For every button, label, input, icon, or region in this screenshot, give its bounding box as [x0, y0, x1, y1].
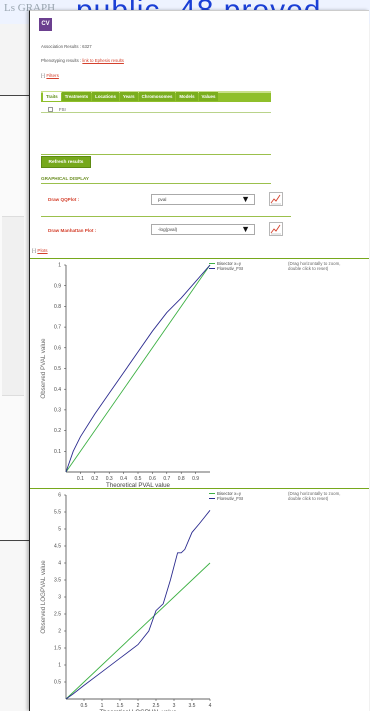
- legend-item: Floreutiv_FSI: [209, 496, 243, 501]
- y-tick-label: 2: [58, 629, 61, 635]
- x-tick-label: 0.1: [77, 476, 84, 482]
- pval-qqplot-chart[interactable]: 0.10.20.30.40.50.60.70.80.910.1 0.2 0.3 0.4…: [30, 259, 270, 489]
- legend-label: Floreutiv_FSI: [217, 266, 244, 272]
- series-line-bisector: [65, 562, 211, 700]
- graphical-display-header: GRAPHICAL DISPLAY: [41, 176, 89, 181]
- manhattan-select-value: -log(pval): [158, 227, 178, 232]
- y-tick-label: 5.5: [54, 510, 61, 516]
- y-tick-label: 0.5: [54, 680, 61, 686]
- association-results-label: Association Results : 6327: [41, 44, 92, 49]
- legend-swatch: [209, 263, 215, 265]
- y-tick-label: 0.5: [54, 366, 61, 372]
- y-tick-label: 4: [58, 561, 61, 567]
- x-tick-label: 0.5: [81, 703, 88, 709]
- y-tick-label: 0.8: [54, 304, 61, 310]
- y-tick-label: 1: [58, 663, 61, 669]
- y-tick-label: 1: [58, 263, 61, 269]
- association-results-dialog: CV Association Results : 6327 Phenotypin…: [29, 10, 369, 711]
- y-tick-label: 0.6: [54, 345, 61, 351]
- y-tick-label: 0.3: [54, 408, 61, 414]
- line-chart-icon: [270, 224, 281, 235]
- phenotyping-results-line: Phenotyping results : link to Ephesis re…: [41, 58, 124, 63]
- y-tick-label: 0.9: [54, 283, 61, 289]
- filters-toggle[interactable]: [-] Filters: [41, 73, 59, 78]
- manhattan-label: Draw Manhattan Plot :: [48, 228, 97, 233]
- legend-swatch: [209, 498, 215, 500]
- plots-toggle-symbol: [-]: [32, 248, 37, 253]
- background-panel-inner: [2, 216, 24, 396]
- y-tick-label: 4.5: [54, 544, 61, 550]
- y-tick-label: 0.4: [54, 387, 61, 393]
- x-tick-label: 0.8: [178, 476, 185, 482]
- x-tick-label: 4: [209, 703, 212, 709]
- plots-link[interactable]: Plots: [37, 248, 47, 253]
- refresh-results-button[interactable]: Refresh results: [41, 156, 91, 168]
- y-tick-label: 0.2: [54, 428, 61, 434]
- background-bottom-area: [0, 542, 32, 711]
- qqplot-label: Draw QQPlot :: [48, 197, 80, 202]
- ephesis-results-link[interactable]: link to Ephesis results: [82, 58, 124, 63]
- qqplot-divider: [41, 216, 291, 217]
- background-panel: [0, 95, 30, 541]
- qqplot-select-value: pval: [158, 197, 167, 202]
- draw-manhattan-button[interactable]: [269, 222, 283, 236]
- zoom-hint: (Drag horizontally to zoom, double click…: [288, 491, 341, 502]
- app-logo: CV: [39, 18, 52, 31]
- phenotyping-prefix: Phenotyping results :: [41, 58, 82, 63]
- legend-label: Floreutiv_FSI: [217, 496, 244, 502]
- legend-item: Floreutiv_FSI: [209, 266, 243, 271]
- legend-swatch: [209, 493, 215, 495]
- filters-toggle-symbol: [-]: [41, 73, 46, 78]
- graphical-display-divider: [41, 183, 271, 184]
- x-tick-label: 3.5: [189, 703, 196, 709]
- chevron-down-icon: ▼: [241, 224, 250, 234]
- tab-traits[interactable]: Traits: [43, 92, 61, 101]
- tab-treatments[interactable]: Treatments: [61, 92, 92, 101]
- refresh-divider: [41, 154, 271, 155]
- tab-models[interactable]: Models: [176, 92, 198, 101]
- pval-qqplot-panel: 0.1 0.2 0.3 0.4 0.5 0.6 0.7 0.8 0.9 1 0.1 0.2 0.3 0.4…: [30, 258, 369, 489]
- y-tick-label: 5: [58, 527, 61, 533]
- y-tick-label: 2.5: [54, 612, 61, 618]
- line-chart-icon: [270, 194, 281, 205]
- logpval-qqplot-chart[interactable]: 0.511.522.533.544.555.560.5 1 1.5 2 2.5 3 3.5 4…: [30, 489, 270, 711]
- qqplot-select[interactable]: pval ▼: [151, 194, 255, 205]
- logpval-qqplot-panel: 0.5 1 1.5 2 2.5 3 3.5 4 4.5 5 5.5 6 0.5 1 1.5 2 2.5 3 3.5 4…: [30, 488, 369, 711]
- y-tick-label: 3: [58, 595, 61, 601]
- tab-years[interactable]: Years: [119, 92, 138, 101]
- plots-toggle[interactable]: [-] Plots: [32, 248, 48, 253]
- y-tick-label: 0.1: [54, 449, 61, 455]
- series-line-bisector: [65, 264, 211, 473]
- y-tick-label: 3.5: [54, 578, 61, 584]
- chevron-down-icon: ▼: [241, 194, 250, 204]
- x-tick-label: 0.2: [91, 476, 98, 482]
- tab-locations[interactable]: Locations: [92, 92, 119, 101]
- pval-qqplot-legend: Bisector x=y Floreutiv_FSI: [209, 261, 243, 271]
- draw-qqplot-button[interactable]: [269, 192, 283, 206]
- y-axis-title: Observed PVAL value: [40, 338, 47, 399]
- series-line-floreutiv: [65, 510, 211, 700]
- y-axis-title: Observed LOGPVAL value: [40, 560, 47, 634]
- y-tick-label: 0.7: [54, 325, 61, 331]
- legend-swatch: [209, 268, 215, 270]
- manhattan-select[interactable]: -log(pval) ▼: [151, 224, 255, 235]
- filters-link[interactable]: Filters: [46, 73, 59, 78]
- y-tick-label: 6: [58, 493, 61, 499]
- logpval-qqplot-legend: Bisector x=y Floreutiv_FSI: [209, 491, 243, 501]
- filter-tabs: Traits Treatments Locations Years Chromo…: [43, 91, 219, 102]
- x-tick-label: 0.9: [192, 476, 199, 482]
- tab-values[interactable]: Values: [198, 92, 219, 101]
- y-tick-label: 1.5: [54, 646, 61, 652]
- tab-chromosomes[interactable]: Chromosomes: [138, 92, 176, 101]
- zoom-hint: (Drag horizontally to zoom, double click…: [288, 261, 341, 272]
- tabs-divider: [41, 112, 271, 113]
